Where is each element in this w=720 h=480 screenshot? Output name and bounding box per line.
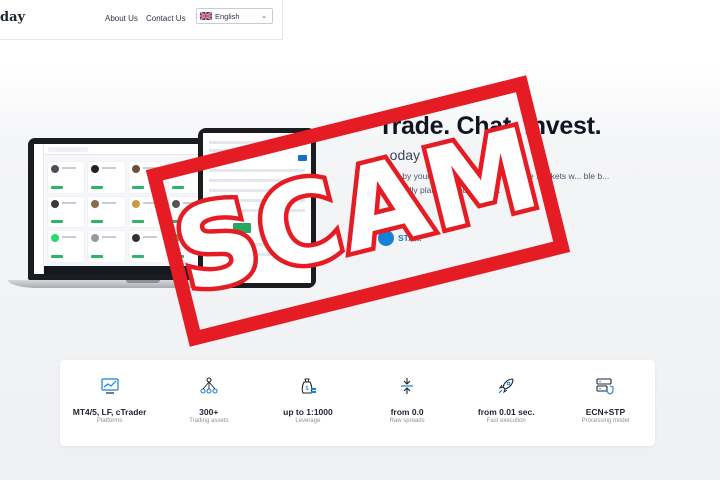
feature-processing: ECN+STP Processing model [556,360,655,446]
trader-card [48,196,85,228]
trader-card [128,231,166,262]
feature-subtitle: Raw spreads [389,418,425,424]
chevron-down-icon: ⌄ [261,13,267,20]
compress-icon [401,378,414,394]
top-navbar: day About Us Contact Us English ⌄ [0,0,283,40]
feature-title: MT4/5, LF, cTrader [72,407,147,417]
feature-title: from 0.0 [390,407,424,417]
svg-text:$: $ [305,385,309,392]
feature-execution: from 0.01 sec. Fast execution [457,360,556,446]
feature-title: 300+ [199,407,219,417]
server-shield-icon [596,378,614,395]
rocket-icon [498,378,514,394]
feature-spreads: from 0.0 Raw spreads [358,360,457,446]
feature-title: from 0.01 sec. [477,407,535,417]
language-label: English [215,11,240,21]
features-bar: MT4/5, LF, cTrader Platforms 300+ Tradin… [60,360,655,446]
feature-subtitle: Leverage [295,418,321,424]
uk-flag-icon [200,12,212,20]
language-select[interactable]: English ⌄ [196,8,273,24]
feature-title: ECN+STP [585,407,626,417]
network-icon [200,377,218,394]
trader-card [48,162,85,193]
feature-subtitle: Platforms [96,418,123,424]
brand-logo-fragment[interactable]: day [0,10,25,25]
chart-icon [100,378,119,394]
scam-stamp: SCAM [145,75,571,347]
feature-assets: 300+ Trading assets [159,360,258,446]
nav-link-about-us[interactable]: About Us [105,14,138,23]
feature-subtitle: Processing model [581,418,630,424]
money-bag-icon: $ [301,378,316,394]
trader-card [88,196,125,228]
trader-card [48,231,85,262]
feature-title: up to 1:1000 [283,407,333,417]
feature-platforms: MT4/5, LF, cTrader Platforms [60,360,159,446]
feature-subtitle: Trading assets [189,418,229,424]
trader-card [88,162,125,193]
nav-link-contact-us[interactable]: Contact Us [146,14,186,23]
trader-card [88,231,125,262]
feature-leverage: $ up to 1:1000 Leverage [258,360,357,446]
feature-subtitle: Fast execution [486,418,526,424]
